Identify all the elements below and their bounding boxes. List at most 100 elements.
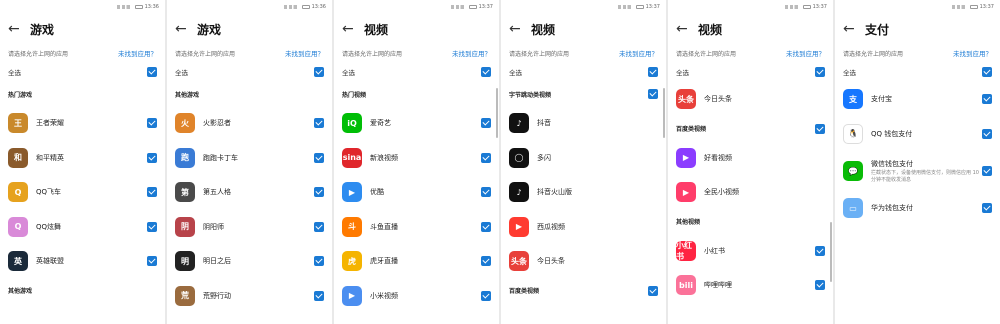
app-checkbox[interactable] [481, 290, 491, 301]
app-row[interactable]: ▶ 小米视频 [334, 279, 499, 314]
back-arrow-icon[interactable]: ← [509, 21, 521, 37]
app-checkbox[interactable] [982, 128, 992, 139]
app-row[interactable]: ♪ 抖音火山版 [501, 175, 666, 210]
section-header[interactable]: 百度类视频 [668, 117, 833, 141]
battery-icon [969, 5, 978, 9]
app-not-found-link[interactable]: 未找到应用？ [786, 48, 825, 58]
app-checkbox[interactable] [481, 221, 491, 232]
app-checkbox[interactable] [815, 245, 825, 256]
app-row[interactable]: ▶ 西瓜视频 [501, 210, 666, 245]
app-checkbox[interactable] [314, 118, 324, 129]
app-checkbox[interactable] [147, 187, 157, 198]
select-all-row[interactable]: 全选 [0, 62, 165, 82]
app-row[interactable]: 头条 今日头条 [501, 244, 666, 279]
app-info: 和和平精英 [8, 147, 64, 168]
app-row[interactable]: ▶ 全民小视频 [668, 175, 833, 210]
app-row[interactable]: Q QQ飞车 [0, 175, 165, 210]
app-checkbox[interactable] [982, 166, 992, 176]
app-not-found-link[interactable]: 未找到应用？ [285, 48, 324, 58]
app-row[interactable]: ▭ 华为钱包支付 [835, 191, 1000, 226]
app-not-found-link[interactable]: 未找到应用？ [619, 48, 658, 58]
app-checkbox[interactable] [481, 187, 491, 198]
back-arrow-icon[interactable]: ← [8, 21, 20, 37]
select-all-checkbox[interactable] [481, 67, 491, 77]
league-of-legends-icon: 英 [8, 251, 28, 272]
scrollbar[interactable] [496, 88, 498, 138]
header: ← 游戏 [167, 14, 332, 44]
section-checkbox[interactable] [648, 285, 658, 296]
section-checkbox[interactable] [648, 89, 658, 99]
app-row[interactable]: ▶ 好看视频 [668, 141, 833, 176]
app-row[interactable]: 阴阴阳师 [167, 210, 332, 245]
section-header[interactable]: 百度类视频 [501, 279, 666, 303]
select-all-row[interactable]: 全选 [501, 62, 666, 82]
app-row[interactable]: 第第五人格 [167, 175, 332, 210]
app-checkbox[interactable] [314, 187, 324, 198]
app-not-found-link[interactable]: 未找到应用？ [118, 48, 157, 58]
app-row[interactable]: 支支付宝 [835, 82, 1000, 117]
app-checkbox[interactable] [147, 118, 157, 129]
select-all-row[interactable]: 全选 [668, 62, 833, 82]
app-row[interactable]: 火火影忍者 [167, 106, 332, 141]
select-all-checkbox[interactable] [147, 67, 157, 77]
app-row[interactable]: ◯ 多闪 [501, 141, 666, 176]
app-checkbox[interactable] [815, 280, 825, 291]
app-name: 华为钱包支付 [871, 204, 913, 213]
app-row[interactable]: ▶ 优酷 [334, 175, 499, 210]
app-row[interactable]: Q QQ炫舞 [0, 210, 165, 245]
select-all-row[interactable]: 全选 [835, 62, 1000, 82]
app-checkbox[interactable] [314, 290, 324, 301]
back-arrow-icon[interactable]: ← [676, 21, 688, 37]
select-all-checkbox[interactable] [982, 67, 992, 77]
app-row[interactable]: ♪ 抖音 [501, 106, 666, 141]
app-checkbox[interactable] [314, 256, 324, 267]
app-checkbox[interactable] [982, 94, 992, 105]
duoshan-icon: ◯ [509, 147, 529, 168]
app-row[interactable]: 和和平精英 [0, 141, 165, 176]
app-checkbox[interactable] [481, 256, 491, 267]
scrollbar[interactable] [830, 222, 832, 282]
app-row[interactable]: 跑跑跑卡丁车 [167, 141, 332, 176]
app-row[interactable]: iQ 爱奇艺 [334, 106, 499, 141]
select-all-checkbox[interactable] [648, 67, 658, 77]
app-row[interactable]: 💬 微信钱包支付 拦截状态下，设备使用微信支付，则微信应用 10 分钟不能收发消息 [835, 151, 1000, 191]
app-row[interactable]: 头条 今日头条 [668, 82, 833, 117]
app-row[interactable]: 斗斗鱼直播 [334, 210, 499, 245]
back-arrow-icon[interactable]: ← [175, 21, 187, 37]
app-not-found-link[interactable]: 未找到应用？ [452, 48, 491, 58]
status-time: 13:36 [144, 4, 159, 10]
back-arrow-icon[interactable]: ← [342, 21, 354, 37]
app-row[interactable]: 荒荒野行动 [167, 279, 332, 314]
section-checkbox[interactable] [815, 123, 825, 134]
app-checkbox[interactable] [147, 256, 157, 267]
app-checkbox[interactable] [147, 152, 157, 163]
app-checkbox[interactable] [314, 221, 324, 232]
app-row[interactable]: 虎虎牙直播 [334, 244, 499, 279]
section-header[interactable]: 字节跳动类视频 [501, 82, 666, 106]
app-checkbox[interactable] [314, 152, 324, 163]
app-checkbox[interactable] [982, 203, 992, 214]
back-arrow-icon[interactable]: ← [843, 21, 855, 37]
app-row[interactable]: 明明日之后 [167, 244, 332, 279]
select-all-row[interactable]: 全选 [334, 62, 499, 82]
app-name: 斗鱼直播 [370, 222, 398, 231]
app-row[interactable]: sina 新浪视频 [334, 141, 499, 176]
app-name: 虎牙直播 [370, 257, 398, 266]
scrollbar[interactable] [663, 88, 665, 138]
app-info: sina 新浪视频 [342, 147, 398, 168]
huya-icon: 虎 [342, 251, 362, 272]
select-all-row[interactable]: 全选 [167, 62, 332, 82]
app-checkbox[interactable] [147, 221, 157, 232]
app-row[interactable]: 小红书 小红书 [668, 234, 833, 269]
app-checkbox[interactable] [481, 152, 491, 163]
app-row[interactable]: bili 哔哩哔哩 [668, 268, 833, 303]
select-all-checkbox[interactable] [815, 67, 825, 77]
phone-screen: 13:37 ← 视频 请选择允许上网的应用 未找到应用？ 全选 热门视频 iQ 爱奇艺 sina 新… [334, 0, 499, 324]
app-row[interactable]: 王王者荣耀 [0, 106, 165, 141]
app-not-found-link[interactable]: 未找到应用？ [953, 48, 992, 58]
status-time: 13:37 [478, 4, 493, 10]
select-all-checkbox[interactable] [314, 67, 324, 77]
app-row[interactable]: 英英雄联盟 [0, 244, 165, 279]
app-checkbox[interactable] [481, 118, 491, 129]
app-row[interactable]: 🐧 QQ 钱包支付 [835, 117, 1000, 152]
